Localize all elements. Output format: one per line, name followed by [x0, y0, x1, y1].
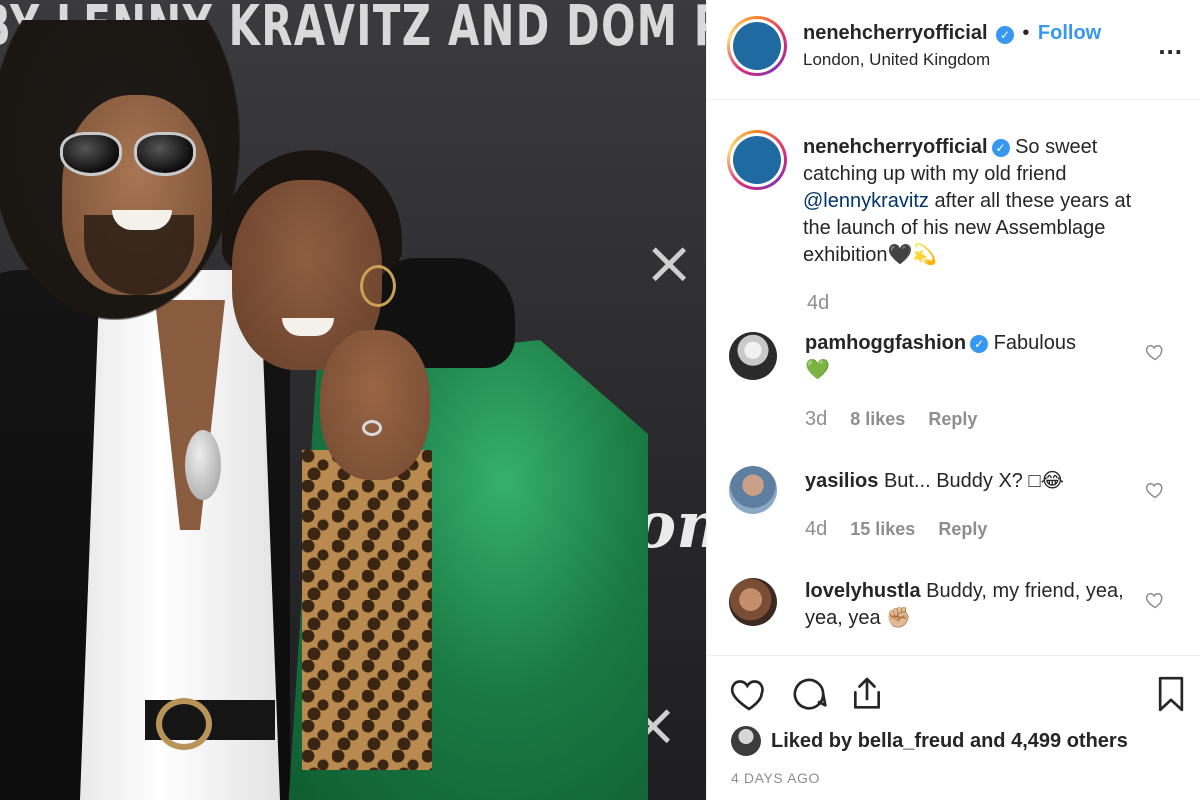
comment-likes[interactable]: 8 likes	[850, 409, 905, 429]
caption-username[interactable]: nenehcherryofficial	[803, 136, 988, 158]
post-side-panel: nenehcherryofficial ✓ • Follow London, U…	[706, 0, 1200, 800]
header-separator: •	[1022, 22, 1030, 44]
post-actions: Liked by bella_freud and 4,499 others 4 …	[707, 655, 1200, 800]
caption-emojis: 🖤💫	[887, 244, 938, 266]
caption-avatar[interactable]	[727, 130, 787, 190]
leopard-top	[302, 450, 432, 770]
location-link[interactable]: London, United Kingdom	[803, 50, 990, 70]
comment-emoji: 💚	[805, 359, 830, 381]
sunglasses	[60, 132, 200, 178]
commenter-avatar[interactable]	[729, 332, 777, 380]
reply-button[interactable]: Reply	[928, 409, 977, 429]
reply-button[interactable]: Reply	[938, 519, 987, 539]
comment-time[interactable]: 4d	[805, 518, 827, 540]
comment-icon[interactable]	[789, 674, 829, 714]
comment-time[interactable]: 3d	[805, 408, 827, 430]
verified-badge-icon: ✓	[995, 25, 1014, 44]
comment-like-heart-icon[interactable]	[1145, 480, 1165, 500]
ring	[362, 420, 382, 436]
heart-icon[interactable]	[729, 674, 769, 714]
liked-by-others[interactable]: 4,499 others	[1011, 730, 1128, 753]
post-header: nenehcherryofficial ✓ • Follow London, U…	[707, 0, 1200, 100]
comment-emoji: ✊🏼	[886, 607, 912, 629]
header-avatar[interactable]	[727, 16, 787, 76]
caption-mention-link[interactable]: @lennykravitz	[803, 190, 929, 212]
woman-hands	[320, 330, 430, 480]
liked-by-middle: and	[969, 729, 1006, 752]
caption-timestamp[interactable]: 4d	[807, 292, 829, 315]
commenter-avatar[interactable]	[729, 466, 777, 514]
post-photo[interactable]: BY LENNY KRAVITZ AND DOM PERIG × × Dom	[0, 0, 706, 800]
header-username[interactable]: nenehcherryofficial	[803, 22, 988, 44]
belt-buckle	[156, 698, 212, 750]
comment-text: But... Buddy X? □😂	[883, 470, 1064, 492]
comment-username[interactable]: pamhoggfashion	[805, 332, 966, 354]
comment-text: Fabulous	[993, 332, 1076, 354]
comment-like-heart-icon[interactable]	[1145, 590, 1165, 610]
post-date[interactable]: 4 DAYS AGO	[731, 770, 820, 786]
header-user-line: nenehcherryofficial ✓ • Follow	[803, 22, 1101, 45]
comment-text-line: yasilios But... Buddy X? □😂	[805, 468, 1135, 495]
comment-like-heart-icon[interactable]	[1145, 342, 1165, 362]
commenter-avatar[interactable]	[729, 578, 777, 626]
follow-button[interactable]: Follow	[1038, 22, 1101, 44]
pendant	[185, 430, 221, 500]
liked-by-line: Liked by bella_freud and 4,499 others	[731, 726, 1128, 756]
comment-likes[interactable]: 15 likes	[850, 519, 915, 539]
backdrop-x-mark: ×	[644, 228, 695, 298]
comment-meta: 4d 15 likes Reply	[805, 518, 1005, 541]
liker-avatar[interactable]	[731, 726, 761, 756]
liked-by-user[interactable]: bella_freud	[858, 730, 965, 753]
comment-text-line: pamhoggfashion ✓ Fabulous 💚	[805, 330, 1135, 384]
more-options-icon[interactable]: ...	[1158, 30, 1183, 61]
share-icon[interactable]	[847, 674, 887, 714]
verified-badge-icon: ✓	[970, 334, 989, 353]
post-caption: nenehcherryofficial ✓ So sweet catching u…	[803, 134, 1133, 269]
comment-username[interactable]: lovelyhustla	[805, 580, 921, 602]
hoop-earring	[360, 265, 396, 307]
verified-badge-icon: ✓	[991, 138, 1010, 157]
comment-username[interactable]: yasilios	[805, 470, 878, 492]
comment-meta: 3d 8 likes Reply	[805, 408, 995, 431]
bookmark-icon[interactable]	[1151, 674, 1191, 714]
liked-by-prefix: Liked by	[771, 729, 853, 752]
comment-text-line: lovelyhustla Buddy, my friend, yea, yea,…	[805, 578, 1135, 632]
